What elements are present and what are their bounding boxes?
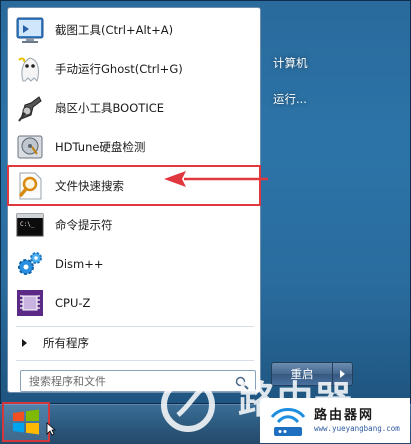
- program-item-ghost[interactable]: 手动运行Ghost(Ctrl+G): [8, 49, 260, 88]
- all-programs-label: 所有程序: [43, 336, 89, 350]
- magnifier-file-icon: [14, 170, 46, 202]
- divider: [16, 360, 254, 361]
- all-programs-button[interactable]: 所有程序: [16, 332, 256, 354]
- site-url: www.yueyangbang.com: [314, 424, 400, 433]
- annotation-arrow-icon: [164, 171, 268, 187]
- start-button[interactable]: [2, 402, 56, 442]
- program-pane: 截图工具(Ctrl+Alt+A) 手动运行Ghost(Ctrl+G) 扇区小工具…: [7, 7, 261, 393]
- program-label: CPU-Z: [55, 295, 91, 310]
- run-link[interactable]: 运行...: [273, 91, 307, 107]
- start-menu: 截图工具(Ctrl+Alt+A) 手动运行Ghost(Ctrl+G) 扇区小工具…: [0, 0, 411, 404]
- router-logo-icon: [270, 408, 306, 436]
- windows-logo-icon: [13, 409, 39, 435]
- hard-disk-icon: [14, 131, 46, 163]
- watermark: 路由器: [160, 365, 352, 444]
- site-name: 路由器网: [314, 408, 375, 423]
- svg-text:C:\_: C:\_: [20, 221, 35, 228]
- program-label: Dism++: [55, 256, 104, 271]
- cpuz-chip-icon: [14, 287, 46, 319]
- screenshot-tool-icon: [14, 14, 46, 46]
- mouse-cursor-icon: [46, 422, 56, 436]
- divider: [16, 326, 254, 327]
- program-label: HDTune硬盘检测: [55, 139, 146, 154]
- computer-link[interactable]: 计算机: [273, 55, 308, 71]
- program-item-hdtune[interactable]: HDTune硬盘检测: [8, 127, 260, 166]
- program-label: 手动运行Ghost(Ctrl+G): [55, 61, 183, 76]
- ghost-icon: [14, 53, 46, 85]
- program-label: 命令提示符: [55, 217, 113, 232]
- program-item-cpuz[interactable]: CPU-Z: [8, 283, 260, 322]
- program-list: 截图工具(Ctrl+Alt+A) 手动运行Ghost(Ctrl+G) 扇区小工具…: [7, 10, 261, 322]
- program-label: 扇区小工具BOOTICE: [55, 100, 165, 115]
- command-prompt-icon: C:\_: [14, 209, 46, 241]
- dism-gears-icon: [14, 248, 46, 280]
- program-label: 文件快速搜索: [55, 178, 124, 193]
- program-item-screenshot[interactable]: 截图工具(Ctrl+Alt+A): [8, 10, 260, 49]
- triangle-right-icon: [22, 339, 27, 347]
- program-label: 截图工具(Ctrl+Alt+A): [55, 22, 174, 37]
- program-item-cmd[interactable]: C:\_ 命令提示符: [8, 205, 260, 244]
- bootice-icon: [14, 92, 46, 124]
- program-item-bootice[interactable]: 扇区小工具BOOTICE: [8, 88, 260, 127]
- program-item-dism[interactable]: Dism++: [8, 244, 260, 283]
- site-badge: 路由器网 www.yueyangbang.com: [260, 398, 410, 443]
